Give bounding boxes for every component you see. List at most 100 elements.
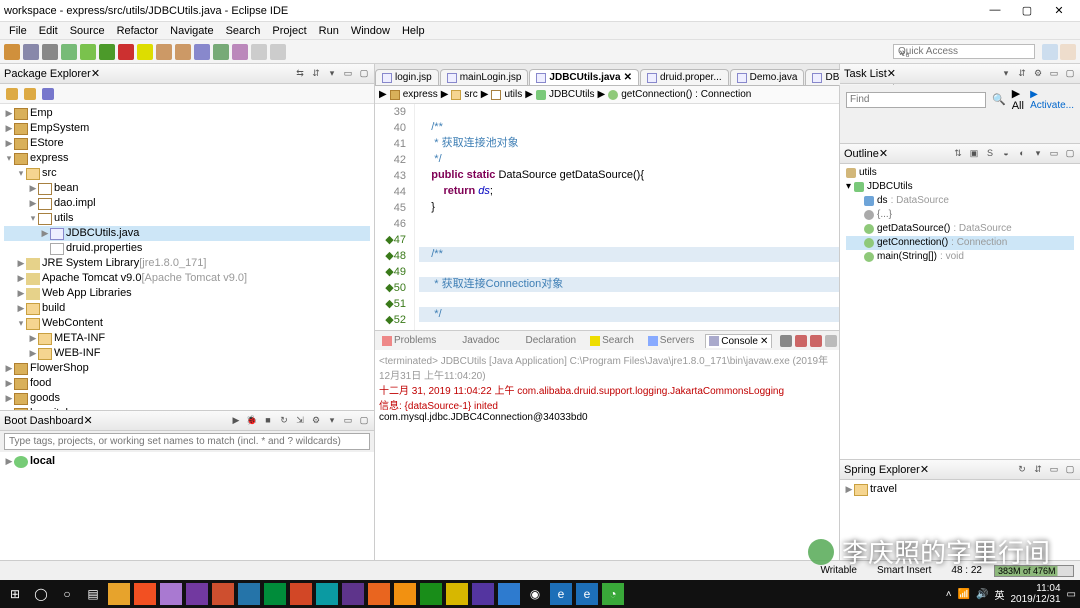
- taskview-icon[interactable]: ▤: [82, 583, 104, 605]
- lib-webapp[interactable]: Web App Libraries: [42, 286, 132, 301]
- quick-access-input[interactable]: [893, 44, 1035, 59]
- pkg-utils[interactable]: utils: [54, 211, 74, 226]
- tray-time[interactable]: 11:04: [1036, 583, 1060, 594]
- menu-edit[interactable]: Edit: [34, 25, 63, 37]
- menu-run[interactable]: Run: [314, 25, 344, 37]
- perspective-java-icon[interactable]: [1042, 44, 1058, 60]
- folder-build[interactable]: build: [42, 301, 65, 316]
- search-icon[interactable]: [194, 44, 210, 60]
- file-jdbcutils[interactable]: JDBCUtils.java: [66, 226, 139, 241]
- hide-static-icon[interactable]: S: [984, 148, 996, 160]
- folder-metainf[interactable]: META-INF: [54, 331, 105, 346]
- wechat-taskbar-icon[interactable]: ◔: [602, 583, 624, 605]
- tray-network-icon[interactable]: 📶: [958, 589, 970, 600]
- eclipse-icon[interactable]: [472, 583, 494, 605]
- app-icon-10[interactable]: [368, 583, 390, 605]
- sort-icon[interactable]: ⇅: [952, 148, 964, 160]
- pkg-bean[interactable]: bean: [54, 181, 78, 196]
- bd-collapse-icon[interactable]: ⇲: [294, 415, 306, 427]
- app-icon-6[interactable]: [264, 583, 286, 605]
- open-type-icon[interactable]: [61, 44, 77, 60]
- folder-icon[interactable]: [498, 583, 520, 605]
- bc-class[interactable]: JDBCUtils: [549, 89, 595, 100]
- close-button[interactable]: ✕: [1050, 4, 1068, 17]
- app-icon-4[interactable]: [212, 583, 234, 605]
- outline-sinit[interactable]: {...}: [877, 208, 892, 222]
- app-icon-3[interactable]: [186, 583, 208, 605]
- menu-search[interactable]: Search: [221, 25, 266, 37]
- tab-search[interactable]: Search: [587, 334, 637, 347]
- tray-volume-icon[interactable]: 🔊: [976, 589, 988, 600]
- debug-icon[interactable]: [80, 44, 96, 60]
- breadcrumb[interactable]: ▶ express ▶ src ▶ utils ▶ JDBCUtils ▶ ge…: [375, 86, 839, 104]
- menu-source[interactable]: Source: [65, 25, 110, 37]
- minimize-button[interactable]: —: [986, 4, 1004, 17]
- tab-druid[interactable]: druid.proper...: [640, 69, 729, 85]
- tray-expand-icon[interactable]: ˄: [946, 589, 952, 600]
- outline-getdatasource[interactable]: getDataSource(): [877, 222, 950, 236]
- up-nav-icon[interactable]: [42, 88, 54, 100]
- folder-webinf[interactable]: WEB-INF: [54, 346, 100, 361]
- back-icon[interactable]: [251, 44, 267, 60]
- tab-mainlogin[interactable]: mainLogin.jsp: [440, 69, 529, 85]
- tray-ime[interactable]: 英: [994, 587, 1004, 602]
- bc-method[interactable]: getConnection() : Connection: [621, 89, 751, 100]
- app-icon-13[interactable]: [446, 583, 468, 605]
- perspective-javaee-icon[interactable]: [1060, 44, 1076, 60]
- task-find-input[interactable]: [846, 92, 986, 108]
- hide-nonpublic-icon[interactable]: ◒: [1000, 148, 1012, 160]
- forward-icon[interactable]: [270, 44, 286, 60]
- ie-icon[interactable]: e: [576, 583, 598, 605]
- console-output[interactable]: <terminated> JDBCUtils [Java Application…: [375, 350, 839, 580]
- menu-window[interactable]: Window: [346, 25, 395, 37]
- project-express[interactable]: express: [30, 151, 69, 166]
- tab-problems[interactable]: Problems: [379, 334, 439, 347]
- tray-date[interactable]: 2019/12/31: [1010, 594, 1060, 605]
- outline-ds[interactable]: ds: [877, 194, 888, 208]
- app-icon-2[interactable]: [160, 583, 182, 605]
- app-icon-9[interactable]: [342, 583, 364, 605]
- tab-declaration[interactable]: Declaration: [511, 334, 580, 347]
- outline-tree[interactable]: utils ▾ JDBCUtils ds: DataSource {...} g…: [840, 164, 1080, 459]
- bd-refresh-icon[interactable]: ↻: [278, 415, 290, 427]
- bc-pkg[interactable]: utils: [504, 89, 522, 100]
- outline-menu-icon[interactable]: ▾: [1032, 148, 1044, 160]
- maximize-button[interactable]: ▢: [1018, 4, 1036, 17]
- console-remove-all-icon[interactable]: [810, 335, 822, 347]
- new-package-icon[interactable]: [156, 44, 172, 60]
- maximize-view-icon[interactable]: ▢: [358, 68, 370, 80]
- project-flowershop[interactable]: FlowerShop: [30, 361, 89, 376]
- lib-jre[interactable]: JRE System Library: [42, 256, 139, 271]
- back-nav-icon[interactable]: [6, 88, 18, 100]
- tab-servers[interactable]: Servers: [645, 334, 697, 347]
- bd-stop-icon[interactable]: ■: [262, 415, 274, 427]
- project-estore[interactable]: EStore: [30, 136, 64, 151]
- outline-getconnection[interactable]: getConnection(): [877, 236, 948, 250]
- app-icon-1[interactable]: [134, 583, 156, 605]
- code-content[interactable]: /** * 获取连接池对象 */ public static DataSourc…: [415, 104, 839, 330]
- code-editor[interactable]: 39 40 41 42 43 44 45 46 ◆47 ◆48 ◆49 ◆50 …: [375, 104, 839, 330]
- bc-src[interactable]: src: [464, 89, 477, 100]
- bd-max-icon[interactable]: ▢: [358, 415, 370, 427]
- min-toggle-icon[interactable]: [232, 44, 248, 60]
- file-druid-properties[interactable]: druid.properties: [66, 241, 142, 256]
- bd-run-icon[interactable]: ▶: [230, 415, 242, 427]
- tab-console[interactable]: Console ✕: [705, 334, 772, 348]
- new-icon[interactable]: [4, 44, 20, 60]
- bd-min-icon[interactable]: ▭: [342, 415, 354, 427]
- menu-refactor[interactable]: Refactor: [112, 25, 164, 37]
- menu-navigate[interactable]: Navigate: [165, 25, 218, 37]
- tab-login[interactable]: login.jsp: [375, 69, 439, 85]
- status-memory[interactable]: 383M of 476M: [994, 565, 1074, 577]
- link-editor-icon[interactable]: ⇵: [310, 68, 322, 80]
- folder-webcontent[interactable]: WebContent: [42, 316, 103, 331]
- collapse-all-icon[interactable]: ⇆: [294, 68, 306, 80]
- lib-tomcat[interactable]: Apache Tomcat v9.0: [42, 271, 141, 286]
- outline-main[interactable]: main(String[]): [877, 250, 937, 264]
- bd-menu-icon[interactable]: ▾: [326, 415, 338, 427]
- tray-notifications-icon[interactable]: ▭: [1067, 589, 1076, 600]
- minimize-view-icon[interactable]: ▭: [342, 68, 354, 80]
- menu-project[interactable]: Project: [267, 25, 311, 37]
- spring-travel[interactable]: travel: [870, 482, 897, 497]
- run-icon[interactable]: [99, 44, 115, 60]
